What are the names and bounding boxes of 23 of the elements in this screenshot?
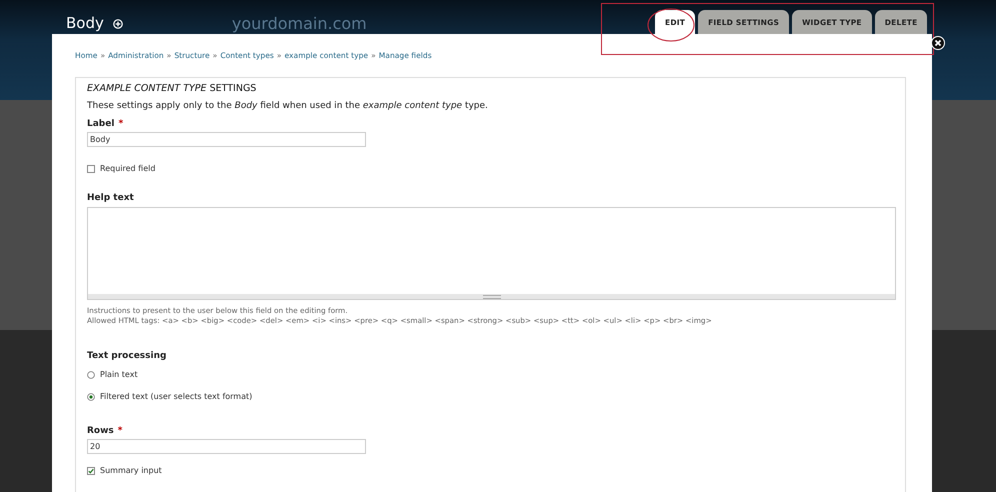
field-label: Rows [87,426,114,437]
required-mark: * [118,426,123,437]
label-input[interactable]: Body [87,132,366,147]
field-label: Label [87,119,114,130]
checkbox-label: Required field [100,164,156,174]
resize-grip[interactable] [87,294,896,300]
rows-input[interactable]: 20 [87,439,366,454]
field-label: Text processing [87,351,166,362]
add-icon[interactable] [112,19,123,29]
annotation-circle [647,8,695,42]
radio-button[interactable] [87,371,95,379]
checkbox[interactable] [87,165,95,173]
required-mark: * [118,119,124,130]
site-name: yourdomain.com [232,15,367,33]
radio-button[interactable] [87,393,95,401]
radio-label: Filtered text (user selects text format) [100,392,252,402]
fieldset-description: These settings apply only to the Body field when used in the example content type type. [87,100,489,112]
page-title: Body [66,14,104,32]
radio-label: Plain text [100,370,138,380]
field-label: Help text [87,193,134,204]
checkbox-label: Summary input [100,466,162,476]
checkbox[interactable] [87,467,95,475]
fieldset-legend: EXAMPLE CONTENT TYPE SETTINGS [87,83,894,95]
